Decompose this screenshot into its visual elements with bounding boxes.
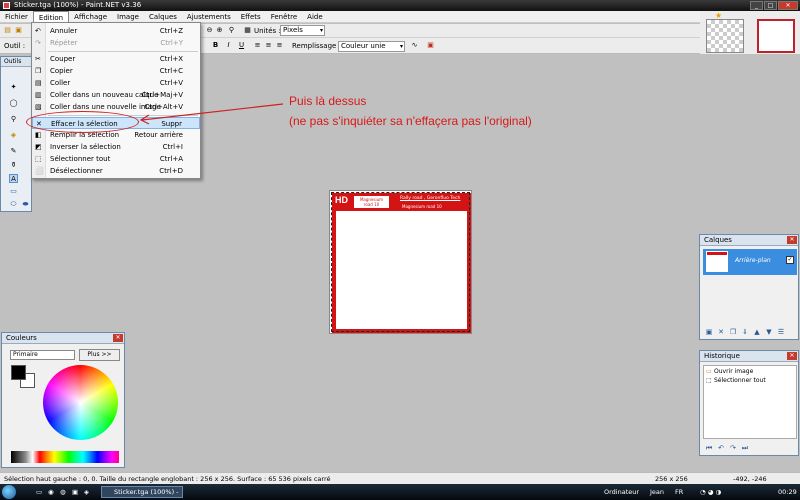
duplicate-layer-icon[interactable]: ❐ xyxy=(729,328,737,336)
close-icon[interactable]: ✕ xyxy=(787,352,797,360)
history-item-label: Sélectionner tout xyxy=(714,377,766,384)
history-panel: Historique ✕ ▭ Ouvrir image ⬚ Sélectionner… xyxy=(699,350,799,456)
layers-panel-label: Calques xyxy=(704,236,732,244)
history-item[interactable]: ⬚ Sélectionner tout xyxy=(706,376,766,385)
merge-layer-icon[interactable]: ⇓ xyxy=(741,328,749,336)
quicklaunch-icon[interactable]: ◉ xyxy=(48,484,54,500)
layer-visibility-checkbox[interactable]: ✓ xyxy=(786,256,794,264)
move-down-icon[interactable]: ▼ xyxy=(765,328,773,336)
tray-computer[interactable]: Ordinateur xyxy=(604,484,639,500)
quicklaunch-icon[interactable]: ▭ xyxy=(36,484,42,500)
last-step-icon[interactable]: ⏭ xyxy=(741,444,749,452)
undo-icon[interactable]: ↶ xyxy=(717,444,725,452)
colors-panel: Couleurs ✕ Primaire Plus >> xyxy=(1,332,125,468)
tray-icons: ◔ ◕ ◑ xyxy=(700,488,722,496)
annotation-text-line1: Puis là dessus xyxy=(289,94,367,108)
move-up-icon[interactable]: ▲ xyxy=(753,328,761,336)
quicklaunch-icon[interactable]: ◍ xyxy=(60,484,66,500)
history-panel-title: Historique ✕ xyxy=(700,351,798,362)
layer-properties-icon[interactable]: ☰ xyxy=(777,328,785,336)
primary-color-swatch[interactable] xyxy=(11,365,26,380)
start-button[interactable] xyxy=(2,485,16,499)
history-panel-label: Historique xyxy=(704,352,740,360)
layer-name: Arrière-plan xyxy=(735,257,771,264)
history-toolbar: ⏮ ↶ ↷ ⏭ xyxy=(700,441,798,455)
tray-language[interactable]: FR xyxy=(675,484,683,500)
layer-thumbnail xyxy=(706,251,728,272)
add-layer-icon[interactable]: ▣ xyxy=(705,328,713,336)
colors-panel-label: Couleurs xyxy=(6,334,37,342)
tray-clock: 00:29 xyxy=(778,488,797,496)
image-canvas[interactable]: HD Magnesium road 10 Rally road , Geronf… xyxy=(329,190,472,334)
close-icon[interactable]: ✕ xyxy=(787,236,797,244)
quicklaunch-icon[interactable]: ▣ xyxy=(72,484,78,500)
open-folder-icon: ▭ xyxy=(706,368,712,375)
color-wheel[interactable] xyxy=(43,365,118,440)
selection-marquee xyxy=(331,192,470,332)
layers-panel: Calques ✕ Arrière-plan ✓ ▣ ✕ ❐ ⇓ ▲ ▼ ☰ xyxy=(699,234,799,340)
first-step-icon[interactable]: ⏮ xyxy=(705,444,713,452)
layer-row[interactable]: Arrière-plan ✓ xyxy=(703,249,797,275)
more-colors-button[interactable]: Plus >> xyxy=(79,349,120,361)
color-mode-select[interactable]: Primaire xyxy=(10,350,75,360)
annotation-text-line2: (ne pas s'inquiéter sa n'effaçera pas l'… xyxy=(289,114,532,128)
colors-panel-title: Couleurs ✕ xyxy=(2,333,124,344)
close-icon[interactable]: ✕ xyxy=(113,334,123,342)
taskbar: ▭ ◉ ◍ ▣ ◈ Sticker.tga (100%) - ... Ordin… xyxy=(0,484,800,500)
redo-icon[interactable]: ↷ xyxy=(729,444,737,452)
select-all-icon: ⬚ xyxy=(706,377,712,384)
color-palette[interactable] xyxy=(11,451,119,463)
tray-user[interactable]: Jean xyxy=(650,484,664,500)
history-item[interactable]: ▭ Ouvrir image xyxy=(706,367,753,376)
delete-layer-icon[interactable]: ✕ xyxy=(717,328,725,336)
history-item-label: Ouvrir image xyxy=(714,368,754,375)
taskbar-window-button[interactable]: Sticker.tga (100%) - ... xyxy=(101,486,183,500)
quicklaunch-icon[interactable]: ◈ xyxy=(84,484,89,500)
status-bar: Sélection haut gauche : 0, 0. Taille du … xyxy=(0,472,800,484)
layers-toolbar: ▣ ✕ ❐ ⇓ ▲ ▼ ☰ xyxy=(700,325,798,339)
layers-panel-title: Calques ✕ xyxy=(700,235,798,246)
history-list: ▭ Ouvrir image ⬚ Sélectionner tout xyxy=(703,365,797,439)
